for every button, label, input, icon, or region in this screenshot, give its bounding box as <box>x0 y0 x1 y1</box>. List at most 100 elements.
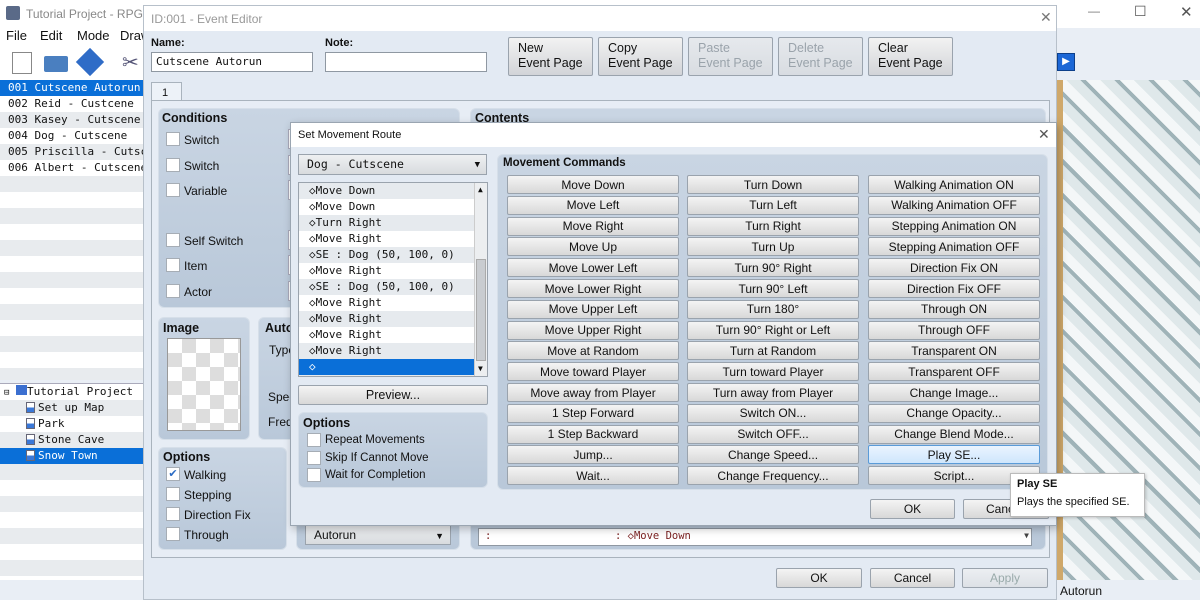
option-checkbox-through[interactable] <box>166 527 180 541</box>
command-button-move-toward-player[interactable]: Move toward Player <box>507 362 679 382</box>
route-option-checkbox[interactable] <box>307 433 321 447</box>
command-button-turn-down[interactable]: Turn Down <box>687 175 859 194</box>
scroll-thumb[interactable] <box>476 259 486 361</box>
route-list-item[interactable]: ◇SE : Dog (50, 100, 0) <box>299 279 474 295</box>
event-list-item[interactable]: 002 Reid - Custcene <box>0 96 143 112</box>
menu-mode[interactable]: Mode <box>77 28 110 43</box>
command-button-stepping-animation-on[interactable]: Stepping Animation ON <box>868 216 1040 236</box>
command-button-through-off[interactable]: Through OFF <box>868 320 1040 340</box>
command-button-move-left[interactable]: Move Left <box>507 195 679 215</box>
option-checkbox-walking[interactable]: ✔ <box>166 467 180 481</box>
command-button-move-upper-right[interactable]: Move Upper Right <box>507 320 679 340</box>
command-button-turn-left[interactable]: Turn Left <box>687 195 859 215</box>
command-button-walking-animation-on[interactable]: Walking Animation ON <box>868 175 1040 194</box>
maximize-button[interactable]: ☐ <box>1134 3 1147 20</box>
command-button-change-frequency[interactable]: Change Frequency... <box>687 466 859 486</box>
route-list-item[interactable]: ◇Move Right <box>299 295 474 311</box>
route-option-checkbox[interactable] <box>307 450 321 465</box>
command-button-through-on[interactable]: Through ON <box>868 299 1040 319</box>
command-button-change-image[interactable]: Change Image... <box>868 383 1040 402</box>
page-button-paste[interactable]: Paste Event Page <box>688 37 773 76</box>
editor-ok-button[interactable]: OK <box>776 568 862 588</box>
editor-close-button[interactable]: ✕ <box>1040 9 1052 26</box>
command-button-1-step-backward[interactable]: 1 Step Backward <box>507 424 679 444</box>
command-button-move-upper-left[interactable]: Move Upper Left <box>507 299 679 319</box>
event-list-item[interactable]: 006 Albert - Cutscene <box>0 160 147 176</box>
condition-checkbox[interactable] <box>166 258 180 272</box>
command-button-move-lower-left[interactable]: Move Lower Left <box>507 258 679 278</box>
tree-root[interactable]: ⊟ Tutorial Project <box>0 384 143 400</box>
command-button-move-at-random[interactable]: Move at Random <box>507 341 679 361</box>
command-button-direction-fix-off[interactable]: Direction Fix OFF <box>868 279 1040 298</box>
condition-checkbox[interactable] <box>166 132 180 146</box>
command-button-jump[interactable]: Jump... <box>507 445 679 465</box>
command-button-turn-90-left[interactable]: Turn 90° Left <box>687 279 859 298</box>
trigger-select[interactable]: Autorun ▼ <box>305 525 451 545</box>
command-button-turn-toward-player[interactable]: Turn toward Player <box>687 362 859 382</box>
route-list-scrollbar[interactable]: ▲ ▼ <box>474 183 487 376</box>
route-close-button[interactable]: ✕ <box>1038 126 1050 143</box>
route-list-item[interactable]: ◇ <box>299 359 474 375</box>
character-image-preview[interactable] <box>167 338 241 431</box>
command-button-direction-fix-on[interactable]: Direction Fix ON <box>868 258 1040 278</box>
page-button-clear[interactable]: Clear Event Page <box>868 37 953 76</box>
page-button-delete[interactable]: Delete Event Page <box>778 37 863 76</box>
event-list-item[interactable]: 001 Cutscene Autorun <box>0 80 143 96</box>
route-list-item[interactable]: ◇Move Right <box>299 231 474 247</box>
command-button-change-opacity[interactable]: Change Opacity... <box>868 403 1040 423</box>
command-button-change-speed[interactable]: Change Speed... <box>687 445 859 465</box>
condition-checkbox[interactable] <box>166 233 180 247</box>
contents-list-line[interactable]: : : ◇Move Down ▼ <box>478 528 1032 546</box>
map-tree-item[interactable]: Set up Map <box>0 400 143 416</box>
editor-cancel-button[interactable]: Cancel <box>870 568 955 588</box>
scroll-down-icon[interactable]: ▼ <box>478 364 483 373</box>
command-button-turn-90-right[interactable]: Turn 90° Right <box>687 258 859 278</box>
route-list-item[interactable]: ◇Move Right <box>299 263 474 279</box>
name-input[interactable]: Cutscene Autorun <box>151 52 313 72</box>
minimize-button[interactable]: — <box>1088 4 1100 18</box>
close-window-button[interactable]: ✕ <box>1180 3 1193 21</box>
open-project-icon[interactable] <box>44 56 68 72</box>
page-button-copy[interactable]: Copy Event Page <box>598 37 683 76</box>
route-option-checkbox[interactable] <box>307 468 321 482</box>
route-list-item[interactable]: ◇Move Right <box>299 343 474 359</box>
scroll-up-icon[interactable]: ▲ <box>478 185 483 194</box>
route-list-item[interactable]: ◇Move Down <box>299 199 474 215</box>
command-button-move-right[interactable]: Move Right <box>507 216 679 236</box>
route-ok-button[interactable]: OK <box>870 499 955 519</box>
route-list-item[interactable]: ◇Move Right <box>299 311 474 327</box>
editor-apply-button[interactable]: Apply <box>962 568 1048 588</box>
map-tree-item[interactable]: Park <box>0 416 143 432</box>
route-list-item[interactable]: ◇Move Right <box>299 327 474 343</box>
event-list-item[interactable]: 005 Priscilla - Cutscene <box>0 144 167 160</box>
condition-checkbox[interactable] <box>166 183 180 197</box>
command-button-stepping-animation-off[interactable]: Stepping Animation OFF <box>868 237 1040 257</box>
event-list-item[interactable]: 004 Dog - Cutscene <box>0 128 143 144</box>
command-button-play-se[interactable]: Play SE... <box>868 445 1040 465</box>
preview-button[interactable]: Preview... <box>298 385 488 405</box>
command-button-1-step-forward[interactable]: 1 Step Forward <box>507 403 679 423</box>
route-target-select[interactable]: Dog - Cutscene ▼ <box>298 154 487 175</box>
menu-edit[interactable]: Edit <box>40 28 62 43</box>
command-button-switch-on[interactable]: Switch ON... <box>687 403 859 423</box>
event-list-item[interactable]: 003 Kasey - Cutscene <box>0 112 143 128</box>
command-button-wait[interactable]: Wait... <box>507 466 679 486</box>
condition-checkbox[interactable] <box>166 284 180 298</box>
route-list-item[interactable]: ◇Move Down <box>299 183 474 199</box>
command-button-turn-away-from-player[interactable]: Turn away from Player <box>687 383 859 402</box>
command-button-move-up[interactable]: Move Up <box>507 237 679 257</box>
command-button-turn-90-right-or-left[interactable]: Turn 90° Right or Left <box>687 320 859 340</box>
command-button-move-lower-right[interactable]: Move Lower Right <box>507 279 679 298</box>
map-tree-item[interactable]: Snow Town <box>0 448 143 464</box>
command-button-transparent-on[interactable]: Transparent ON <box>868 341 1040 361</box>
route-list-item[interactable]: ◇SE : Dog (50, 100, 0) <box>299 247 474 263</box>
page-button-new[interactable]: New Event Page <box>508 37 593 76</box>
command-button-turn-right[interactable]: Turn Right <box>687 216 859 236</box>
option-checkbox-direction-fix[interactable] <box>166 507 180 521</box>
command-button-move-away-from-player[interactable]: Move away from Player <box>507 383 679 402</box>
command-button-change-blend-mode[interactable]: Change Blend Mode... <box>868 424 1040 444</box>
contents-scroll-down[interactable]: ▼ <box>1024 531 1029 540</box>
new-project-icon[interactable] <box>12 52 32 74</box>
route-list-item[interactable]: ◇Turn Right <box>299 215 474 231</box>
menu-file[interactable]: File <box>6 28 27 43</box>
